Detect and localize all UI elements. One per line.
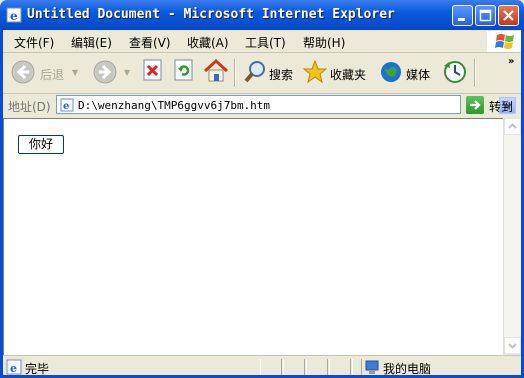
status-segment (352, 359, 362, 375)
status-segment (306, 359, 328, 375)
title-bar[interactable]: e Untitled Document - Microsoft Internet… (0, 0, 524, 30)
scroll-up-button[interactable] (504, 118, 521, 135)
toolbar-separator-end (474, 59, 476, 87)
address-label: 地址(D) (8, 100, 51, 114)
hello-button[interactable]: 你好 (18, 135, 64, 154)
search-button[interactable]: 搜索 (240, 57, 296, 87)
forward-dropdown-icon: ▼ (124, 68, 131, 77)
my-computer-icon (365, 360, 379, 374)
stop-icon (143, 59, 162, 81)
windows-logo (487, 31, 524, 52)
close-icon (503, 10, 514, 21)
close-button[interactable] (498, 5, 519, 26)
status-segment (329, 359, 351, 375)
menu-bar: 文件(F) 编辑(E) 查看(V) 收藏(A) 工具(T) 帮助(H) (0, 30, 524, 53)
toolbar-chevron[interactable]: » (508, 56, 514, 67)
minimize-button[interactable] (452, 5, 473, 26)
window-title: Untitled Document - Microsoft Internet E… (27, 7, 395, 22)
favorites-label: 收藏夹 (330, 68, 367, 82)
forward-arrow-icon (93, 60, 117, 84)
menu-help[interactable]: 帮助(H) (303, 34, 345, 51)
menu-file[interactable]: 文件(F) (14, 34, 54, 51)
maximize-button[interactable] (475, 5, 496, 26)
standard-toolbar: 后退 ▼ ▼ 搜索 收藏夹 媒体 (0, 53, 524, 94)
address-bar: 地址(D) e D:\wenzhang\TMP6ggvv6j7bm.htm 转到 (0, 94, 524, 116)
go-label[interactable]: 转到 (489, 98, 513, 115)
vertical-scrollbar[interactable] (503, 118, 521, 354)
browser-window: e Untitled Document - Microsoft Internet… (0, 0, 524, 378)
home-button[interactable] (202, 57, 230, 87)
back-label: 后退 (40, 68, 65, 82)
page-content: 你好 (3, 118, 503, 355)
page-done-icon: e (6, 359, 22, 375)
refresh-button[interactable] (172, 57, 196, 87)
forward-button[interactable]: ▼ (92, 57, 132, 87)
go-arrow-icon (470, 100, 481, 110)
page-icon: e (60, 98, 74, 112)
back-button[interactable]: 后退 ▼ (6, 57, 78, 87)
favorites-button[interactable]: 收藏夹 (302, 57, 372, 87)
toolbar-separator (234, 59, 236, 87)
history-button[interactable] (442, 57, 468, 87)
windows-flag-icon (495, 34, 514, 49)
address-value: D:\wenzhang\TMP6ggvv6j7bm.htm (78, 99, 271, 112)
chevron-down-icon (508, 343, 517, 349)
menu-tools[interactable]: 工具(T) (245, 34, 286, 51)
go-button[interactable] (466, 96, 484, 114)
svg-text:e: e (10, 9, 18, 23)
menu-favorites[interactable]: 收藏(A) (187, 34, 229, 51)
internet-explorer-icon: e (6, 7, 22, 23)
back-arrow-icon (11, 60, 35, 84)
search-icon (244, 61, 265, 83)
back-dropdown-icon: ▼ (72, 68, 79, 77)
media-button[interactable]: 媒体 (378, 57, 434, 87)
minimize-icon (458, 18, 465, 21)
scroll-down-button[interactable] (504, 337, 521, 354)
stop-button[interactable] (141, 57, 165, 87)
history-icon (444, 61, 466, 83)
media-label: 媒体 (406, 68, 431, 82)
star-icon (302, 59, 328, 84)
svg-text:e: e (10, 362, 17, 375)
search-label: 搜索 (269, 68, 294, 82)
status-segment (260, 359, 282, 375)
home-icon (203, 58, 229, 82)
refresh-icon (174, 59, 193, 81)
media-globe-icon (381, 62, 401, 82)
svg-text:e: e (63, 101, 69, 112)
maximize-icon (479, 9, 492, 22)
menu-edit[interactable]: 编辑(E) (71, 34, 112, 51)
menu-view[interactable]: 查看(V) (129, 34, 171, 51)
status-segment (283, 359, 305, 375)
window-frame-left (0, 30, 3, 378)
chevron-up-icon (508, 123, 517, 129)
address-input[interactable]: e D:\wenzhang\TMP6ggvv6j7bm.htm (56, 95, 516, 114)
